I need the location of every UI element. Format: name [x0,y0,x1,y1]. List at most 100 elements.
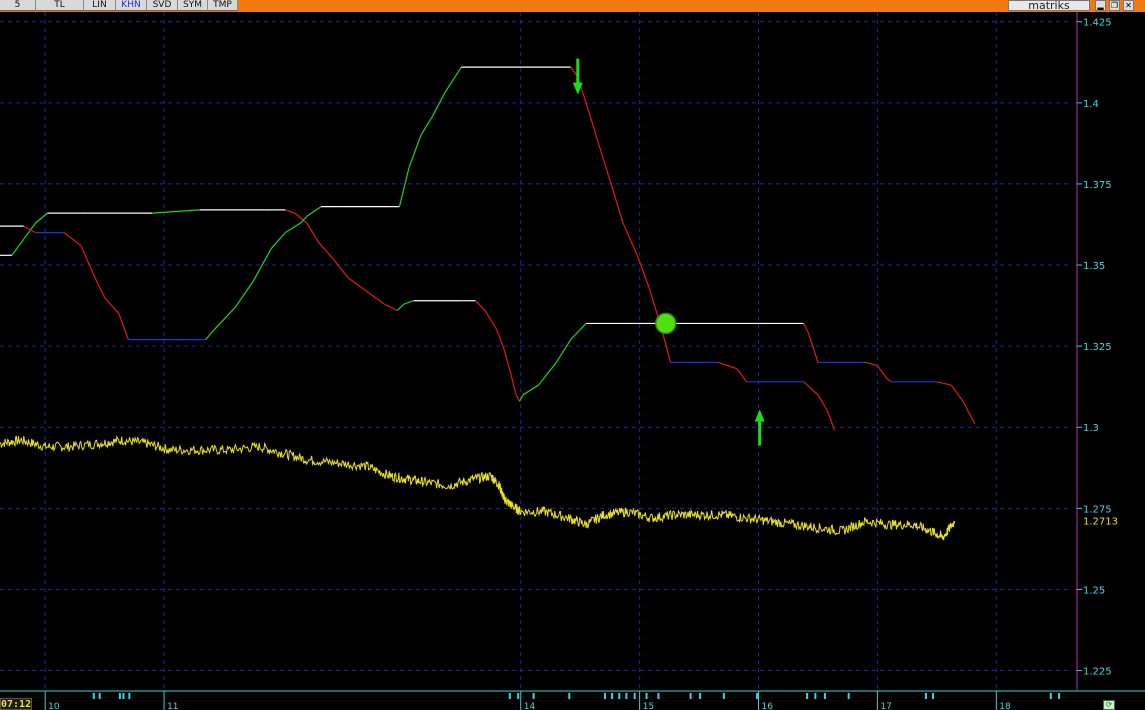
stop-line-segment [936,381,952,386]
stop-line-segment [404,300,414,305]
activity-tick [924,693,927,699]
activity-tick [122,693,125,699]
y-tick-label: 1.375 [1083,180,1112,191]
y-tick-label: 1.325 [1083,342,1112,353]
y-tick-label: 1.425 [1083,18,1112,29]
x-tick-label: 11 [167,702,178,710]
stop-line-segment [484,310,498,331]
stop-line-segment [876,365,888,379]
stop-line-segment [104,297,120,315]
last-value-label: 1.2713 [1083,516,1118,527]
x-tick-label: 14 [524,702,536,710]
stop-line-segment [503,349,512,376]
activity-tick [847,693,850,699]
stop-line-segment [285,209,296,214]
y-tick-label: 1.4 [1083,99,1099,110]
activity-tick [98,693,101,699]
y-tick-label: 1.35 [1083,261,1105,272]
stop-line-segment [94,277,106,298]
series-layer [0,66,976,541]
stop-line-segment [398,167,410,207]
stop-line-segment [585,102,599,142]
refresh-icon[interactable]: ⟳ [1103,700,1115,710]
stop-line-segment [408,135,422,168]
y-tick-label: 1.25 [1083,585,1105,596]
stop-line-segment [252,248,272,282]
stop-line-segment [519,394,524,402]
activity-tick [806,693,809,699]
stop-line-segment [118,313,129,340]
stop-line-segment [610,183,624,224]
activity-tick [128,693,131,699]
stop-line-segment [962,401,976,425]
activity-tick [633,693,636,699]
activity-tick [603,693,606,699]
stop-line-segment [538,361,557,386]
x-tick-label: 10 [48,702,60,710]
stop-line-segment [396,303,405,311]
stop-line-segment [306,222,320,243]
activity-tick [517,693,520,699]
time-badge: 07:12 [0,698,32,710]
grid [0,12,1070,690]
activity-tick [699,693,702,699]
y-tick-label: 1.275 [1083,504,1112,515]
x-axis: 10 11 14 15 16 17 18 [0,690,1145,710]
stop-line-segment [817,394,828,412]
x-tick-label: 17 [880,702,891,710]
stop-line-segment [803,323,809,334]
stop-line-segment [622,222,638,256]
stop-line-segment [636,255,650,288]
stop-line-segment [11,238,25,256]
stop-line-segment [826,410,836,431]
activity-tick [814,693,817,699]
chart: 1.225 1.25 1.275 1.3 1.325 1.35 1.375 1.4 1.425 1… [0,12,1145,710]
x-tick-label: 16 [762,702,774,710]
stop-line-segment [205,329,215,341]
activity-tick [92,693,95,699]
stop-line-segment [152,209,200,214]
activity-tick [645,693,648,699]
activity-tick [568,693,571,699]
buy-arrow-head [754,409,765,422]
activity-tick [689,693,692,699]
activity-tick [625,693,628,699]
stop-line-segment [420,115,434,136]
stop-line-segment [475,300,486,311]
stop-line-segment [35,212,48,224]
stop-line-segment [234,280,254,308]
stop-line-segment [318,241,334,259]
marker-layer [572,58,765,446]
stop-line-segment [213,306,236,331]
stop-line-segment [63,232,82,247]
stop-line-segment [383,303,398,311]
activity-tick [532,693,535,699]
stop-line-segment [515,394,521,402]
stop-line-segment [365,290,385,305]
activity-tick [756,693,759,699]
stop-line-segment [285,222,302,234]
activity-tick [722,693,725,699]
stop-line-segment [270,232,286,250]
stop-line-segment [865,361,878,367]
stop-line-segment [803,381,819,396]
stop-line-segment [306,206,322,217]
stop-line-segment [80,245,96,279]
activity-tick [823,693,826,699]
stop-line-segment [432,92,446,117]
activity-tick [932,693,935,699]
stop-line-segment [444,66,462,94]
stop-line-segment [522,384,539,396]
price-line [0,434,956,541]
stop-line-segment [736,368,748,383]
stop-line-segment [950,384,964,402]
stop-line-segment [886,378,893,383]
y-tick-label: 1.3 [1083,423,1099,434]
activity-tick [618,693,621,699]
activity-tick [1049,693,1052,699]
activity-tick [508,693,511,699]
stop-line-segment [717,361,738,370]
x-tick-label: 18 [999,702,1011,710]
activity-tick [611,693,614,699]
stop-line-segment [332,258,349,279]
